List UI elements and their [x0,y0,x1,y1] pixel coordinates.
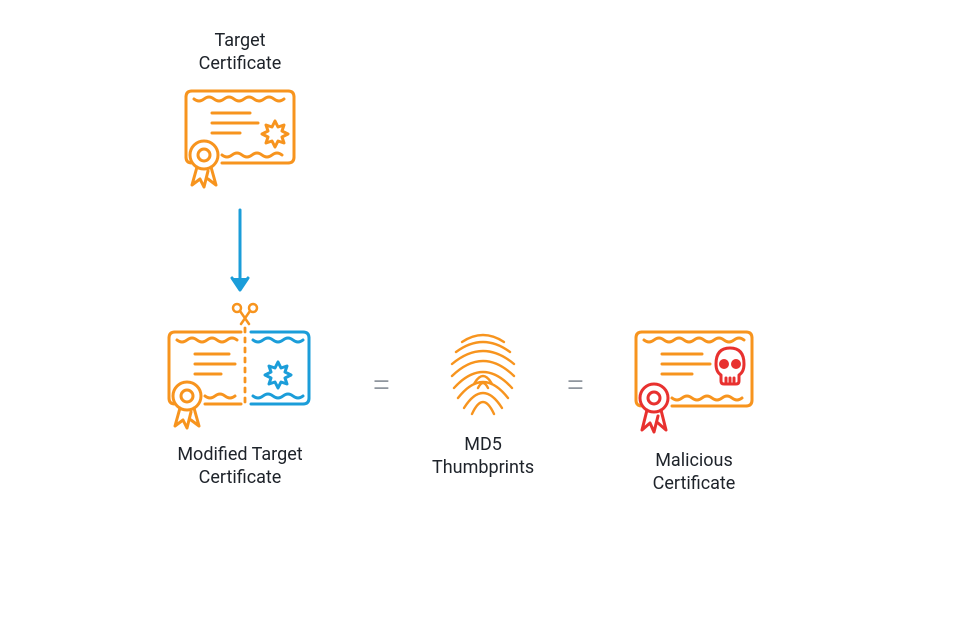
md5-thumbprints: MD5 Thumbprints [432,326,534,479]
certificate-icon [180,85,300,189]
malicious-certificate-icon [628,324,760,436]
malicious-certificate-label: Malicious Certificate [653,450,736,495]
modified-certificate-label: Modified Target Certificate [177,444,302,489]
down-arrow [239,208,241,278]
target-certificate-label: Target Certificate [199,30,282,75]
modified-target-certificate: Modified Target Certificate [163,302,317,489]
equals-sign-1: = [372,365,391,405]
arrow-down-icon [228,208,252,298]
equals-sign-2: = [566,365,585,405]
malicious-certificate: Malicious Certificate [628,324,760,495]
modified-certificate-icon [163,302,317,430]
md5-label: MD5 Thumbprints [432,434,534,479]
target-certificate: Target Certificate [180,30,300,189]
fingerprint-icon [444,326,522,420]
